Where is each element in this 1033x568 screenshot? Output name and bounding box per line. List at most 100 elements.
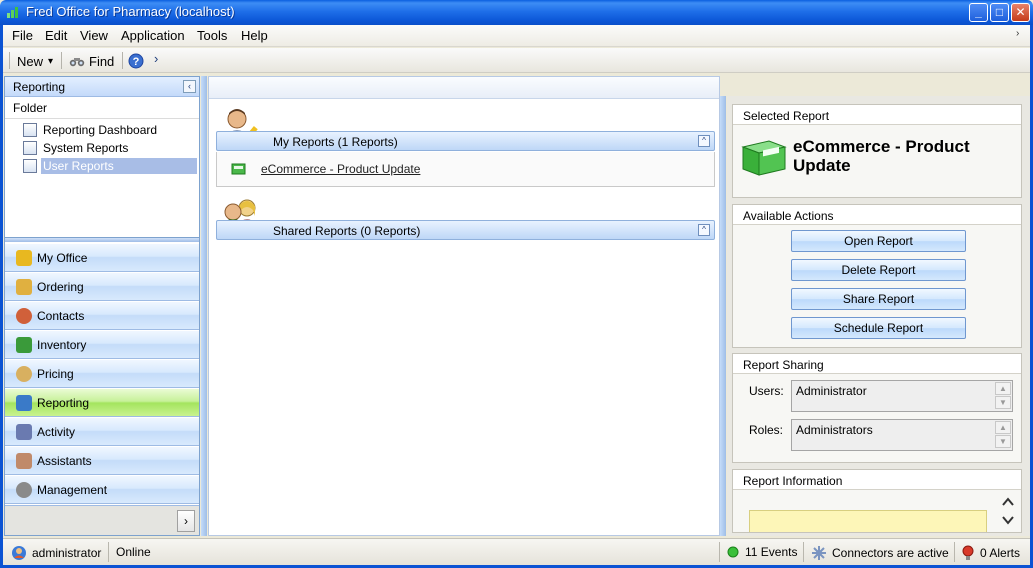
find-button[interactable]: Find (69, 52, 114, 70)
nav-reporting[interactable]: Reporting (5, 389, 199, 417)
report-information-card: Report Information (732, 469, 1022, 533)
tree-item-user-reports[interactable]: User Reports (23, 157, 197, 175)
toolbar-overflow-icon[interactable]: › (154, 51, 158, 66)
more-nav-button[interactable]: › (177, 510, 195, 532)
open-report-button[interactable]: Open Report (791, 230, 966, 252)
share-report-button[interactable]: Share Report (791, 288, 966, 310)
nav-pricing[interactable]: Pricing (5, 360, 199, 388)
activity-icon (16, 423, 32, 440)
dropdown-arrow-icon[interactable]: ▾ (48, 56, 53, 67)
nav-label: Management (37, 482, 108, 497)
window-title: Fred Office for Pharmacy (localhost) (26, 4, 235, 19)
content-header-strip (209, 77, 719, 99)
status-bar: administrator Online 11 Events Connector… (3, 538, 1030, 565)
nav-assistants[interactable]: Assistants (5, 447, 199, 475)
office-icon (16, 249, 32, 266)
report-link[interactable]: eCommerce - Product Update (261, 162, 420, 176)
menu-view[interactable]: View (80, 28, 108, 43)
menu-tools[interactable]: Tools (197, 28, 227, 43)
app-icon (7, 7, 18, 18)
nav-ordering[interactable]: Ordering (5, 273, 199, 301)
menu-bar: File Edit View Application Tools Help › (3, 25, 1030, 47)
status-divider (954, 542, 955, 562)
selected-report-name: eCommerce - Product Update (793, 137, 970, 175)
card-title: Report Information (733, 470, 1021, 490)
selected-report-card: Selected Report eCommerce - Product Upda… (732, 104, 1022, 198)
schedule-report-button[interactable]: Schedule Report (791, 317, 966, 339)
management-icon (16, 481, 32, 498)
roles-label: Roles: (749, 423, 784, 437)
users-value: Administrator (796, 384, 867, 398)
toolbar-separator (61, 52, 62, 69)
tree-item-system-reports[interactable]: System Reports (23, 139, 130, 157)
nav-contacts[interactable]: Contacts (5, 302, 199, 330)
my-reports-group-body: eCommerce - Product Update (216, 152, 715, 187)
alerts-text: 0 Alerts (980, 546, 1021, 560)
collapse-up-icon[interactable]: ^ (698, 224, 710, 236)
panel-splitter[interactable] (5, 237, 199, 242)
group-title: Shared Reports (0 Reports) (273, 224, 421, 238)
vertical-splitter[interactable] (720, 96, 726, 536)
maximize-button[interactable]: □ (990, 3, 1009, 22)
scroll-up-icon[interactable]: ▲ (995, 421, 1011, 434)
menu-help[interactable]: Help (241, 28, 268, 43)
help-button[interactable]: ? (128, 52, 144, 70)
report-details-panel: Selected Report eCommerce - Product Upda… (727, 96, 1030, 536)
folder-label: Folder (5, 97, 199, 119)
scroll-down-icon[interactable]: ▼ (995, 435, 1011, 448)
contacts-icon (16, 307, 32, 324)
collapse-icon[interactable]: ‹ (183, 80, 196, 93)
users-scrollbar[interactable]: ▲ ▼ (995, 382, 1011, 410)
nav-management[interactable]: Management (5, 476, 199, 504)
roles-scrollbar[interactable]: ▲ ▼ (995, 421, 1011, 449)
inventory-icon (16, 336, 32, 353)
connection-text: Online (116, 545, 151, 559)
nav-activity[interactable]: Activity (5, 418, 199, 446)
nav-label: Assistants (37, 453, 92, 468)
left-navigation-panel: Reporting ‹ Folder Reporting Dashboard S… (4, 76, 200, 536)
connectors-text: Connectors are active (832, 546, 949, 560)
card-title: Selected Report (733, 105, 1021, 125)
my-reports-group-header[interactable]: My Reports (1 Reports) ^ (216, 131, 715, 151)
events-status[interactable]: 11 Events (727, 545, 797, 559)
nav-label: Activity (37, 424, 76, 439)
report-box-icon (231, 163, 246, 175)
help-icon: ? (128, 53, 144, 69)
scroll-down-icon[interactable]: ▼ (995, 396, 1011, 409)
toolbar: New ▾ Find ? › (3, 48, 1030, 73)
nav-label: My Office (37, 250, 88, 265)
assistants-icon (16, 452, 32, 469)
menu-file[interactable]: File (12, 28, 33, 43)
nav-label: Ordering (37, 279, 84, 294)
vertical-splitter[interactable] (201, 76, 207, 536)
menu-edit[interactable]: Edit (45, 28, 67, 43)
nav-my-office[interactable]: My Office (5, 244, 199, 272)
scroll-up-icon[interactable]: ▲ (995, 382, 1011, 395)
events-text: 11 Events (745, 545, 798, 559)
new-label: New (17, 53, 44, 69)
new-button[interactable]: New ▾ (17, 52, 53, 70)
tree-item-label: Reporting Dashboard (43, 123, 158, 137)
roles-field[interactable]: Administrators ▲ ▼ (791, 419, 1013, 451)
connectors-status[interactable]: Connectors are active (811, 545, 949, 561)
pricing-icon (16, 365, 32, 382)
nav-inventory[interactable]: Inventory (5, 331, 199, 359)
card-title: Available Actions (733, 205, 1021, 225)
report-sharing-card: Report Sharing Users: Administrator ▲ ▼ … (732, 353, 1022, 463)
panel-title: Reporting (13, 80, 66, 94)
collapse-up-icon[interactable]: ^ (698, 135, 710, 147)
delete-report-button[interactable]: Delete Report (791, 259, 966, 281)
card-title: Report Sharing (733, 354, 1021, 374)
toolbar-grip (9, 52, 10, 69)
minimize-button[interactable]: _ (969, 3, 988, 22)
tree-item-reporting-dashboard[interactable]: Reporting Dashboard (23, 121, 159, 139)
menu-application[interactable]: Application (121, 28, 185, 43)
users-field[interactable]: Administrator ▲ ▼ (791, 380, 1013, 412)
expand-collapse-icon[interactable] (1001, 496, 1015, 526)
close-button[interactable]: ✕ (1011, 3, 1030, 22)
alerts-status[interactable]: 0 Alerts (961, 545, 1020, 561)
shared-reports-group-header[interactable]: Shared Reports (0 Reports) ^ (216, 220, 715, 240)
menu-overflow-icon[interactable]: › (1016, 28, 1026, 39)
users-label: Users: (749, 384, 784, 398)
alert-icon (962, 545, 974, 560)
